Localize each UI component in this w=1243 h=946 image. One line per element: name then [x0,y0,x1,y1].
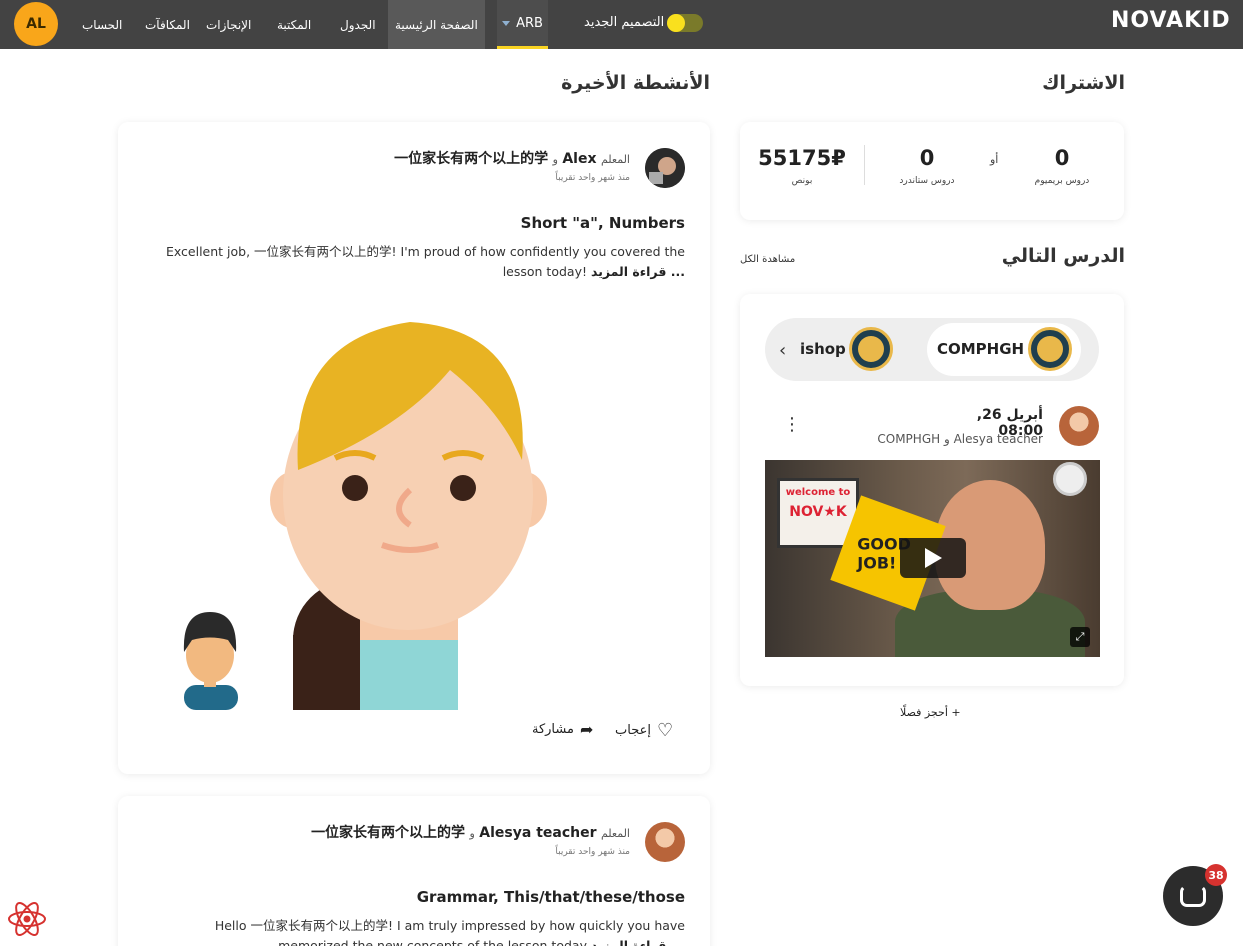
top-navigation-bar: AL الحساب المكافآت الإنجازات المكتبة الج… [0,0,1243,49]
book-class-link[interactable]: + أحجز فصلًا [900,706,961,719]
teacher-avatar [1059,406,1099,446]
share-label: مشاركة [532,722,574,737]
divider [864,145,865,185]
more-options-icon[interactable]: ⋮ [783,416,801,434]
sign-text: welcome to [785,487,851,498]
new-design-toggle[interactable] [667,14,703,32]
nav-account[interactable]: الحساب [82,0,122,49]
lesson-participants: Alesya teacher و COMPHGH [877,432,1043,446]
nav-schedule[interactable]: الجدول [340,0,376,49]
connector: و [469,827,475,840]
nav-library[interactable]: المكتبة [277,0,311,49]
recent-activities-title: الأنشطة الأخيرة [561,72,710,94]
activity-time: منذ شهر واحد تقريباً [555,173,630,183]
activity-text-line: Excellent job, 一位家长有两个以上的学! I'm proud of… [165,244,685,259]
chevron-down-icon [502,20,511,26]
language-selector[interactable]: ARB [497,0,548,49]
activity-text-line: Hello 一位家长有两个以上的学! I am truly impressed … [214,918,685,933]
activity-header: المعلم Alesya teacher و 一位家长有两个以上的学 منذ … [230,822,630,857]
nav-rewards[interactable]: المكافآت [145,0,190,49]
activity-text-line: lesson today! [502,264,587,279]
activity-text: Hello 一位家长有两个以上的学! I am truly impressed … [140,916,685,946]
teacher-avatar [645,148,685,188]
activity-header: المعلم Alex و 一位家长有两个以上的学 منذ شهر واحد ت… [330,148,630,183]
share-button[interactable]: ➦ مشاركة [532,720,593,739]
fullscreen-icon[interactable]: ⤢ [1070,627,1090,647]
bonus-value: 55175₽ [758,146,846,170]
new-design-label: التصميم الجديد [584,15,665,30]
lesson-title: Short "a", Numbers [520,214,685,232]
chat-icon [1180,885,1206,907]
lesson-video[interactable]: welcome to NOV★K GOOD JOB! ⤢ [765,460,1100,657]
play-icon [924,548,942,568]
nav-achievements[interactable]: الإنجازات [206,0,251,49]
unread-badge: 38 [1205,864,1227,886]
bonus-label: بونص [791,176,813,186]
user-avatar[interactable]: AL [14,2,58,46]
premium-lessons: 0 دروس بريميوم [1025,146,1099,186]
react-devtools-icon[interactable] [6,898,48,940]
standard-lessons: 0 دروس ستاندرد [890,146,964,186]
subscription-title: الاشتراك [1042,72,1125,94]
course-ishop-icon [849,327,893,371]
course-comphgh-label[interactable]: COMPHGH [937,340,1024,358]
chevron-left-icon[interactable]: ‹ [779,340,786,361]
heart-icon: ♡ [656,720,674,741]
novakid-logo[interactable]: NOVAKID [1111,8,1231,33]
activity-text: Excellent job, 一位家长有两个以上的学! I'm proud of… [140,242,685,282]
activity-text-line: memorized the new concepts of the lesson… [278,938,587,946]
language-label: ARB [516,15,543,31]
standard-lessons-count: 0 [919,146,935,170]
toggle-knob [667,14,685,32]
or-label: أو [990,153,999,166]
sign-brand: NOV★K [789,504,847,520]
read-more-link[interactable]: قراءة المزيد ... [591,938,685,946]
activity-time: منذ شهر واحد تقريباً [555,847,630,857]
premium-lessons-label: دروس بريميوم [1034,176,1090,186]
like-label: إعجاب [615,723,651,738]
like-button[interactable]: ♡ إعجاب [615,720,673,741]
lesson-title: Grammar, This/that/these/those [416,888,685,906]
bonus: 55175₽ بونص [752,146,852,186]
teacher-prefix: المعلم [600,153,630,166]
connector: و [552,153,558,166]
nav-home[interactable]: الصفحة الرئيسية [388,0,485,49]
course-comphgh-icon [1028,327,1072,371]
student-name: 一位家长有两个以上的学 [311,825,466,841]
read-more-link[interactable]: قراءة المزيد ... [591,264,685,279]
clock-icon [1053,462,1087,496]
course-ishop-label[interactable]: ishop [800,340,846,358]
next-lesson-title: الدرس التالي [1001,245,1125,267]
student-name: 一位家长有两个以上的学 [394,151,549,167]
premium-lessons-count: 0 [1054,146,1070,170]
teacher-name[interactable]: Alex [562,151,596,167]
teacher-name[interactable]: Alesya teacher [479,825,596,841]
teacher-prefix: المعلم [600,827,630,840]
share-icon: ➦ [579,720,594,739]
see-all-link[interactable]: مشاهدة الكل [740,254,795,265]
boy-illustration [183,322,547,710]
teacher-avatar [645,822,685,862]
standard-lessons-label: دروس ستاندرد [899,176,955,186]
play-button[interactable] [900,538,966,578]
